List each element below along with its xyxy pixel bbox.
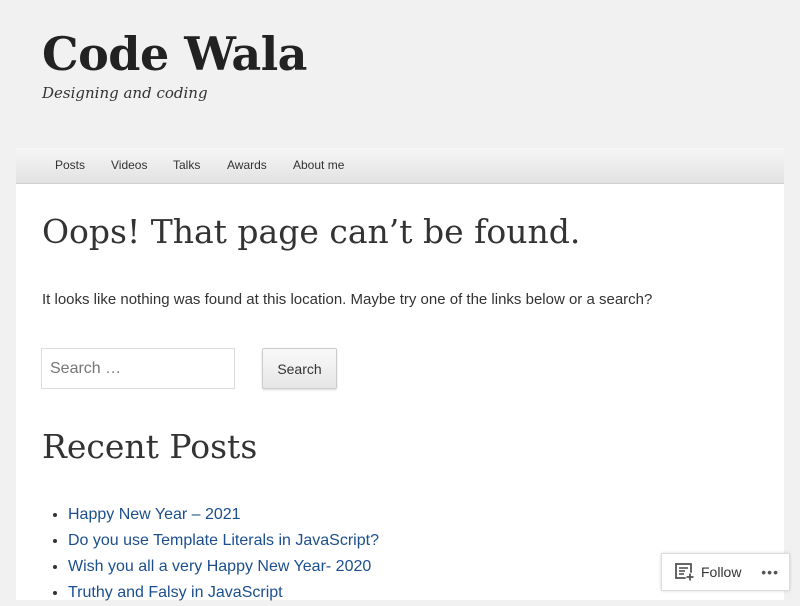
site-header: Code Wala Designing and coding [42, 26, 308, 102]
main-content: Oops! That page can’t be found. It looks… [16, 184, 784, 601]
nav-item-posts[interactable]: Posts [55, 148, 85, 184]
follow-button[interactable]: Follow [675, 562, 741, 582]
list-item: Truthy and Falsy in JavaScript [68, 580, 379, 606]
search-button[interactable]: Search [262, 348, 337, 389]
site-tagline: Designing and coding [42, 84, 208, 102]
follow-widget: Follow ••• [661, 553, 790, 591]
list-item: Wish you all a very Happy New Year- 2020 [68, 554, 379, 580]
recent-posts-list: Happy New Year – 2021 Do you use Templat… [42, 502, 379, 606]
ellipsis-icon[interactable]: ••• [761, 565, 779, 579]
nav-item-videos[interactable]: Videos [111, 148, 147, 184]
list-item: Happy New Year – 2021 [68, 502, 379, 528]
recent-post-link[interactable]: Truthy and Falsy in JavaScript [68, 584, 283, 601]
nav-item-talks[interactable]: Talks [173, 148, 200, 184]
nav-item-awards[interactable]: Awards [227, 148, 267, 184]
list-item: Do you use Template Literals in JavaScri… [68, 528, 379, 554]
main-navigation: Posts Videos Talks Awards About me [16, 148, 784, 184]
recent-post-link[interactable]: Do you use Template Literals in JavaScri… [68, 532, 379, 549]
recent-post-link[interactable]: Happy New Year – 2021 [68, 506, 241, 523]
not-found-message: It looks like nothing was found at this … [42, 291, 653, 308]
recent-post-link[interactable]: Wish you all a very Happy New Year- 2020 [68, 558, 371, 575]
recent-posts-title: Recent Posts [42, 427, 258, 466]
site-title[interactable]: Code Wala [42, 26, 308, 82]
nav-item-about-me[interactable]: About me [293, 148, 344, 184]
search-input[interactable] [41, 348, 235, 389]
page-title: Oops! That page can’t be found. [42, 212, 581, 251]
follow-label: Follow [701, 564, 742, 580]
reader-follow-icon [675, 563, 695, 582]
